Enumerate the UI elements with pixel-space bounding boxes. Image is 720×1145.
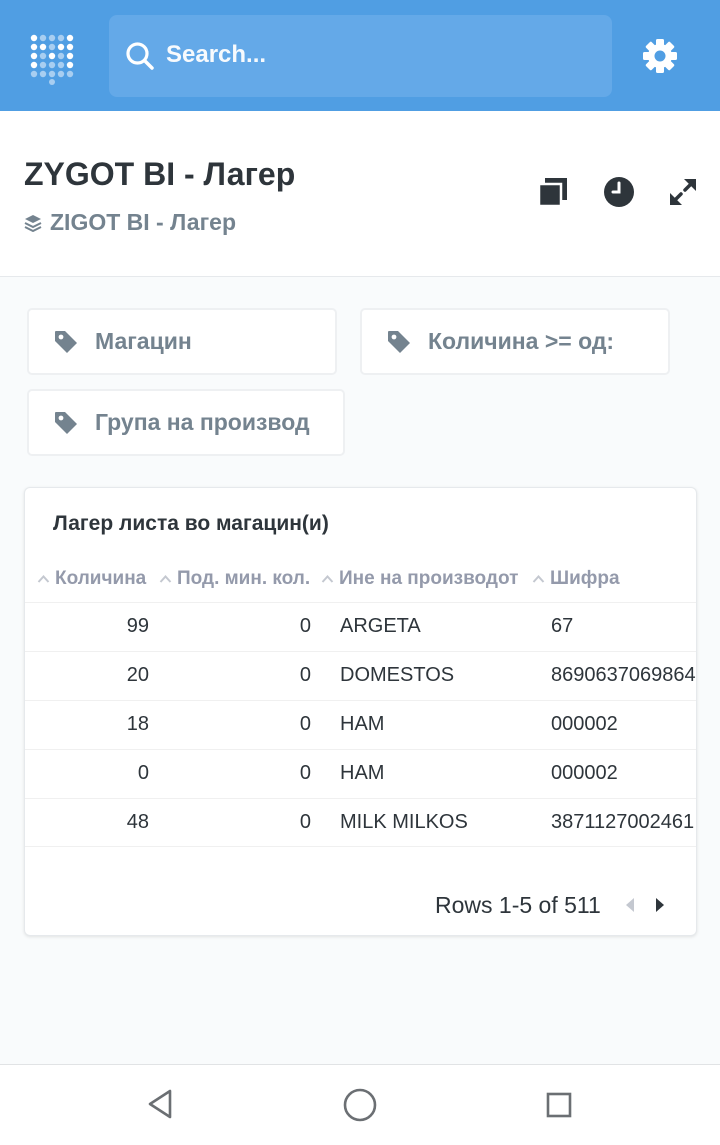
cell-code: 3871127002461 — [551, 811, 695, 833]
cell-quantity: 18 — [126, 713, 149, 735]
cell-product-name: MILK MILKOS — [340, 811, 468, 833]
breadcrumb[interactable]: ZIGOT BI - Лагер — [24, 209, 236, 236]
tag-icon — [55, 330, 77, 353]
dashboard-header: ZYGOT BI - Лагер ZIGOT BI - Лагер — [0, 111, 720, 277]
cell-code: 000002 — [551, 713, 618, 735]
table-row[interactable]: 48 0 MILK MILKOS 3871127002461 — [25, 798, 696, 847]
tag-icon — [55, 411, 77, 434]
copy-icon[interactable] — [536, 175, 570, 209]
next-page-icon[interactable] — [653, 895, 667, 915]
filter-product-group[interactable]: Група на производ — [27, 389, 345, 456]
pagination-label: Rows 1-5 of 511 — [435, 892, 601, 918]
sort-chevron-icon — [532, 575, 545, 583]
filter-quantity[interactable]: Количина >= од: — [360, 308, 670, 375]
cell-product-name: HAM — [340, 713, 385, 735]
cell-product-name: HAM — [340, 762, 385, 784]
cell-quantity: 20 — [126, 664, 149, 686]
filter-store[interactable]: Магацин — [27, 308, 337, 375]
recents-icon[interactable] — [545, 1091, 573, 1119]
cell-min-quantity: 0 — [299, 762, 311, 784]
page-title: ZYGOT BI - Лагер — [24, 156, 296, 192]
tag-icon — [388, 330, 410, 353]
table-row[interactable]: 0 0 HAM 000002 — [25, 749, 696, 798]
breadcrumb-label: ZIGOT BI - Лагер — [50, 209, 237, 235]
expand-icon[interactable] — [666, 175, 700, 209]
column-header-quantity[interactable]: Количина — [37, 568, 146, 590]
cell-product-name: DOMESTOS — [340, 664, 455, 686]
table-row[interactable]: 20 0 DOMESTOS 8690637069864 — [25, 651, 696, 700]
cell-min-quantity: 0 — [299, 615, 311, 637]
filter-label: Магацин — [95, 328, 192, 354]
cell-quantity: 99 — [126, 615, 149, 637]
card-title: Лагер листа во магацин(и) — [53, 512, 329, 535]
table-card: Лагер листа во магацин(и) Количина Под. … — [24, 487, 697, 936]
clock-icon[interactable] — [602, 175, 636, 209]
cell-quantity: 48 — [126, 811, 149, 833]
cell-code: 8690637069864 — [551, 664, 696, 686]
table-row[interactable]: 18 0 HAM 000002 — [25, 700, 696, 749]
search-bar[interactable]: Search... — [109, 15, 612, 97]
cell-quantity: 0 — [137, 762, 149, 784]
cell-min-quantity: 0 — [299, 811, 311, 833]
gear-icon[interactable] — [640, 36, 680, 76]
sort-chevron-icon — [159, 575, 172, 583]
metabase-logo-icon[interactable] — [26, 30, 82, 86]
cell-product-name: ARGETA — [340, 615, 421, 637]
filter-label: Група на производ — [95, 409, 310, 435]
table-row[interactable]: 99 0 ARGETA 67 — [25, 602, 696, 651]
column-header-product-name[interactable]: Ине на производот — [321, 568, 518, 590]
search-icon — [126, 42, 154, 70]
top-navbar: Search... — [0, 0, 720, 111]
sort-chevron-icon — [321, 575, 334, 583]
search-input[interactable]: Search... — [166, 41, 266, 69]
prev-page-icon[interactable] — [623, 895, 637, 915]
column-header-code[interactable]: Шифра — [532, 568, 620, 590]
sort-chevron-icon — [37, 575, 50, 583]
home-icon[interactable] — [342, 1087, 378, 1123]
system-nav-bar — [0, 1064, 720, 1145]
collection-icon — [24, 214, 42, 232]
cell-code: 67 — [551, 615, 574, 637]
back-icon[interactable] — [146, 1087, 176, 1121]
cell-min-quantity: 0 — [299, 664, 311, 686]
cell-min-quantity: 0 — [299, 713, 311, 735]
column-header-min-quantity[interactable]: Под. мин. кол. — [159, 568, 310, 590]
cell-code: 000002 — [551, 762, 618, 784]
filter-label: Количина >= од: — [428, 328, 615, 354]
